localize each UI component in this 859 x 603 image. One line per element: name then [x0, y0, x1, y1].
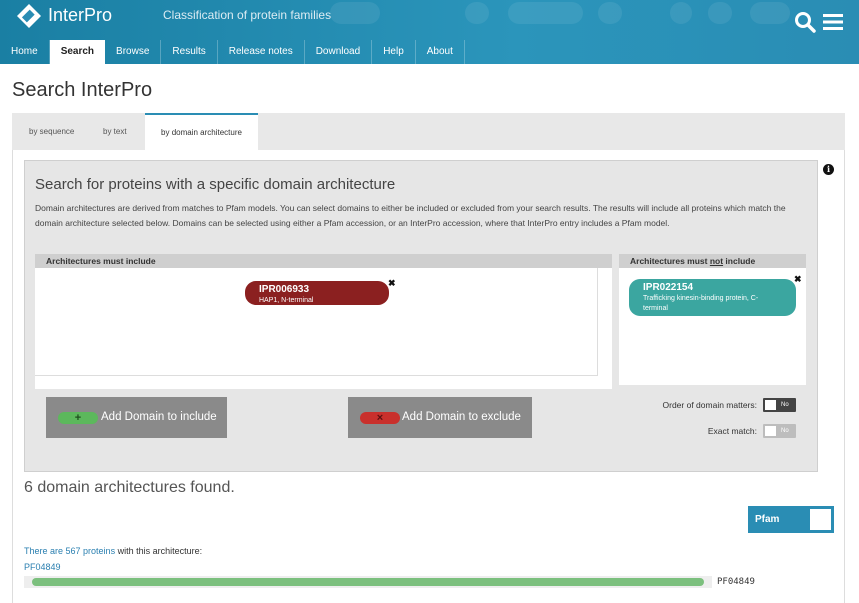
- search-tabs: by sequence by text by domain architectu…: [12, 113, 845, 150]
- track-label: PF04849: [717, 577, 755, 587]
- remove-include-domain-icon[interactable]: ✖: [388, 278, 396, 289]
- order-matters-label: Order of domain matters:: [662, 400, 757, 410]
- exclude-header-pre: Architectures must: [630, 256, 710, 266]
- add-domain-icon: +: [58, 412, 98, 424]
- tab-by-sequence[interactable]: by sequence: [12, 113, 103, 150]
- remove-domain-icon: ×: [360, 412, 400, 424]
- page-title: Search InterPro: [12, 79, 153, 101]
- tab-by-domain-architecture[interactable]: by domain architecture: [145, 113, 258, 150]
- tab-by-text[interactable]: by text: [103, 113, 145, 150]
- order-matters-toggle[interactable]: No: [763, 398, 796, 412]
- domain-name: HAP1, N-terminal: [259, 297, 314, 304]
- nav-home[interactable]: Home: [0, 40, 50, 64]
- include-domain-pill[interactable]: IPR006933 HAP1, N-terminal: [245, 281, 389, 305]
- interpro-logo-icon[interactable]: [16, 3, 42, 29]
- ida-panel-title: Search for proteins with a specific doma…: [35, 176, 396, 193]
- site-tagline: Classification of protein families: [163, 8, 332, 22]
- nav-search[interactable]: Search: [49, 40, 106, 64]
- exclude-architecture-box: [619, 254, 806, 385]
- info-icon[interactable]: i: [823, 164, 834, 175]
- exact-match-toggle[interactable]: No: [763, 424, 796, 438]
- nav-help[interactable]: Help: [372, 40, 416, 64]
- domain-accession: IPR006933: [259, 284, 310, 295]
- domain-accession: IPR022154: [643, 282, 694, 293]
- nav-results[interactable]: Results: [161, 40, 218, 64]
- result-prefix: There are: [24, 546, 66, 556]
- proteins-link[interactable]: 567 proteins: [66, 546, 116, 556]
- domain-name: Trafficking kinesin-binding protein, C-t…: [643, 295, 759, 312]
- results-count: 6 domain architectures found.: [24, 479, 235, 496]
- architecture-accession-link[interactable]: PF04849: [24, 562, 61, 572]
- header-bar: InterPro Classification of protein famil…: [0, 0, 859, 64]
- nav-about[interactable]: About: [416, 40, 465, 64]
- search-icon[interactable]: [793, 10, 817, 34]
- result-suffix: with this architecture:: [115, 546, 203, 556]
- add-include-label: Add Domain to include: [101, 411, 217, 423]
- brand-name[interactable]: InterPro: [48, 5, 112, 26]
- exclude-header-emph: not: [709, 256, 724, 266]
- exclude-domain-pill[interactable]: IPR022154 Trafficking kinesin-binding pr…: [629, 279, 796, 316]
- include-box-header: Architectures must include: [35, 254, 612, 268]
- ida-panel-description: Domain architectures are derived from ma…: [35, 203, 786, 228]
- nav-release-notes[interactable]: Release notes: [218, 40, 305, 64]
- exclude-box-header: Architectures must not include: [619, 254, 806, 268]
- result-summary: There are 567 proteins with this archite…: [24, 546, 202, 556]
- add-domain-exclude-button[interactable]: × Add Domain to exclude: [348, 397, 532, 438]
- exclude-header-post: include: [723, 256, 756, 266]
- nav-browse[interactable]: Browse: [105, 40, 162, 64]
- pfam-toggle-label: Pfam: [755, 514, 780, 525]
- pfam-toggle-button[interactable]: Pfam: [748, 506, 834, 533]
- add-domain-include-button[interactable]: + Add Domain to include: [46, 397, 227, 438]
- add-exclude-label: Add Domain to exclude: [402, 411, 521, 423]
- main-nav: Home Search Browse Results Release notes…: [0, 40, 465, 64]
- pfam-domain-bar[interactable]: [32, 578, 704, 586]
- menu-icon[interactable]: [822, 12, 844, 32]
- nav-download[interactable]: Download: [305, 40, 373, 64]
- remove-exclude-domain-icon[interactable]: ✖: [794, 274, 802, 285]
- exact-match-label: Exact match:: [707, 426, 757, 436]
